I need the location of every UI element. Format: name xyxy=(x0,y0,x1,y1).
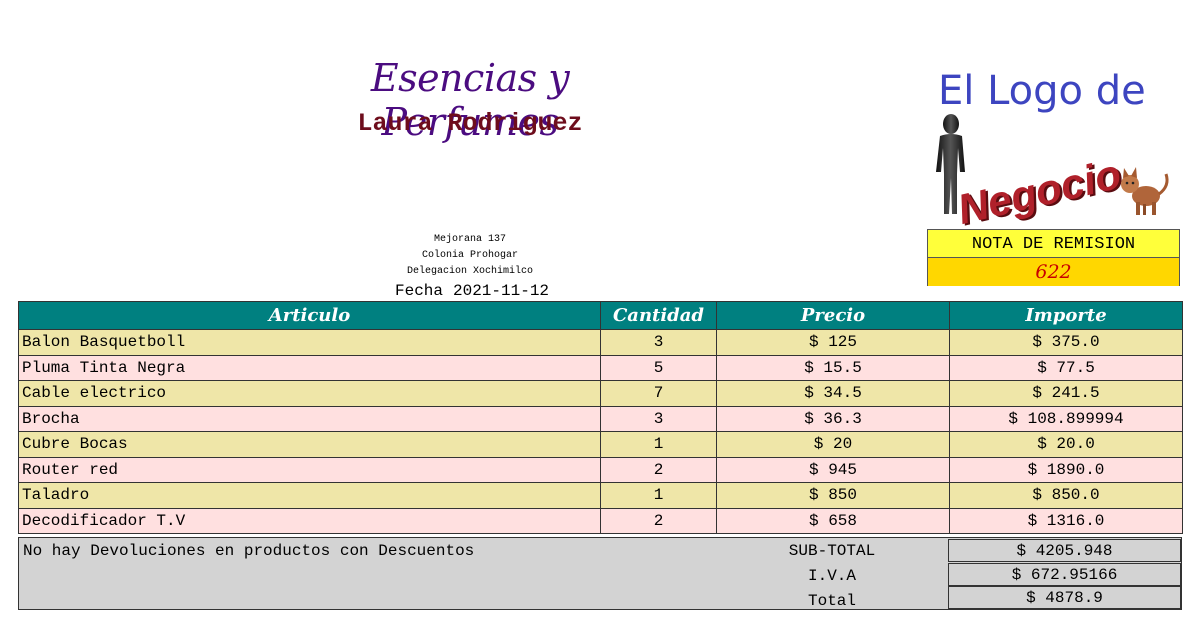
cell-articulo: Brocha xyxy=(18,405,601,432)
cell-precio: $ 945 xyxy=(716,456,950,483)
items-table: Articulo Cantidad Precio Importe Balon B… xyxy=(18,301,1183,534)
table-row: Cubre Bocas 1 $ 20 $ 20.0 xyxy=(18,431,1183,458)
remission-note-number: 622 xyxy=(928,258,1179,286)
cell-importe: $ 77.5 xyxy=(949,354,1183,381)
cell-articulo: Balon Basquetboll xyxy=(18,329,601,356)
cell-importe: $ 108.899994 xyxy=(949,405,1183,432)
cell-cantidad: 2 xyxy=(600,456,717,483)
date-value: 2021-11-12 xyxy=(453,282,550,300)
cell-articulo: Router red xyxy=(18,456,601,483)
address-block: Mejorana 137 Colonia Prohogar Delegacion… xyxy=(380,232,560,280)
cell-importe: $ 1890.0 xyxy=(949,456,1183,483)
cell-cantidad: 1 xyxy=(600,482,717,509)
remission-note-title: NOTA DE REMISION xyxy=(928,230,1179,258)
cell-precio: $ 34.5 xyxy=(716,380,950,407)
owner-name: Laura Rodriguez xyxy=(357,109,583,138)
header-cantidad: Cantidad xyxy=(600,301,717,330)
table-row: Pluma Tinta Negra 5 $ 15.5 $ 77.5 xyxy=(18,354,1183,381)
table-header-row: Articulo Cantidad Precio Importe xyxy=(18,301,1183,330)
cell-importe: $ 375.0 xyxy=(949,329,1183,356)
logo-line2: Negocio xyxy=(953,149,1126,234)
date-label: Fecha xyxy=(394,282,443,300)
remission-note-box: NOTA DE REMISION 622 xyxy=(927,229,1180,286)
table-row: Taladro 1 $ 850 $ 850.0 xyxy=(18,482,1183,509)
cell-cantidad: 7 xyxy=(600,380,717,407)
cell-precio: $ 20 xyxy=(716,431,950,458)
table-row: Brocha 3 $ 36.3 $ 108.899994 xyxy=(18,405,1183,432)
cell-precio: $ 850 xyxy=(716,482,950,509)
table-row: Cable electrico 7 $ 34.5 $ 241.5 xyxy=(18,380,1183,407)
iva-label: I.V.A xyxy=(807,567,856,585)
header-articulo: Articulo xyxy=(18,301,601,330)
cell-articulo: Decodificador T.V xyxy=(18,507,601,534)
cell-precio: $ 125 xyxy=(716,329,950,356)
subtotal-value: $ 4205.948 xyxy=(948,539,1181,562)
cell-cantidad: 3 xyxy=(600,405,717,432)
cell-precio: $ 15.5 xyxy=(716,354,950,381)
cell-articulo: Cubre Bocas xyxy=(18,431,601,458)
cell-articulo: Taladro xyxy=(18,482,601,509)
cell-importe: $ 20.0 xyxy=(949,431,1183,458)
cell-precio: $ 658 xyxy=(716,507,950,534)
cell-cantidad: 1 xyxy=(600,431,717,458)
cell-articulo: Cable electrico xyxy=(18,380,601,407)
subtotal-label: SUB-TOTAL xyxy=(788,542,876,560)
total-label: Total xyxy=(807,592,856,610)
cell-cantidad: 5 xyxy=(600,354,717,381)
cell-precio: $ 36.3 xyxy=(716,405,950,432)
total-value: $ 4878.9 xyxy=(948,586,1181,609)
cell-articulo: Pluma Tinta Negra xyxy=(18,354,601,381)
totals-footer: No hay Devoluciones en productos con Des… xyxy=(18,537,1182,610)
cell-importe: $ 850.0 xyxy=(949,482,1183,509)
table-row: Decodificador T.V 2 $ 658 $ 1316.0 xyxy=(18,507,1183,534)
cell-cantidad: 3 xyxy=(600,329,717,356)
cell-cantidad: 2 xyxy=(600,507,717,534)
header-precio: Precio xyxy=(716,301,950,330)
header-importe: Importe xyxy=(949,301,1183,330)
table-row: Router red 2 $ 945 $ 1890.0 xyxy=(18,456,1183,483)
logo-line1: El Logo de xyxy=(938,68,1146,114)
address-colonia: Colonia Prohogar xyxy=(421,250,518,261)
cell-importe: $ 241.5 xyxy=(949,380,1183,407)
business-logo: El Logo de Negocio xyxy=(920,68,1180,233)
cat-icon xyxy=(1121,167,1169,215)
address-street: Mejorana 137 xyxy=(433,234,506,245)
iva-value: $ 672.95166 xyxy=(948,563,1181,586)
address-delegacion: Delegacion Xochimilco xyxy=(406,266,534,277)
returns-note: No hay Devoluciones en productos con Des… xyxy=(23,542,475,560)
table-row: Balon Basquetboll 3 $ 125 $ 375.0 xyxy=(18,329,1183,356)
date-line: Fecha 2021-11-12 xyxy=(372,282,572,300)
cell-importe: $ 1316.0 xyxy=(949,507,1183,534)
